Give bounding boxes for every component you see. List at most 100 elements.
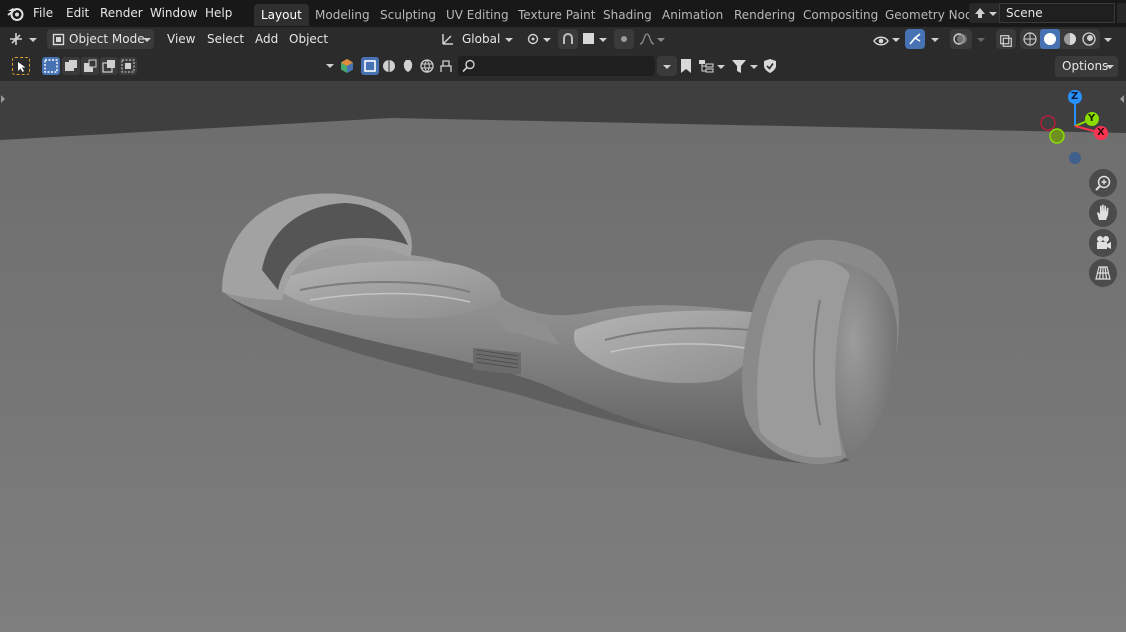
chevron-down-icon [717,65,725,69]
chevron-down-icon [599,38,607,42]
filter-world-icon[interactable] [419,58,435,77]
chevron-down-icon [1104,38,1112,42]
toolbar-expand-arrow[interactable] [1,95,5,103]
menu-select[interactable]: Select [207,32,244,46]
scene-icon [973,6,987,23]
falloff-curve-icon [639,32,655,52]
select-subtract-button[interactable] [81,57,99,75]
mode-label: Object Mode [69,32,145,46]
select-invert-button[interactable] [100,57,118,75]
gizmos-toggle[interactable] [905,29,925,49]
tab-texture-paint[interactable]: Texture Paint [511,4,602,26]
viewport-header: Object Mode View Select Add Object Globa… [0,27,1126,51]
chevron-down-icon [143,38,151,42]
chevron-down-icon [29,38,37,42]
pivot-point-dropdown[interactable] [522,29,554,49]
select-box-tool-icon[interactable] [12,57,30,75]
xray-toggle[interactable] [996,29,1016,49]
gizmo-z-label: Z [1071,91,1079,102]
chevron-down-icon [989,12,997,16]
rendered-shading-button[interactable] [1081,31,1097,47]
projection-toggle-button[interactable] [1089,259,1117,287]
menu-file[interactable]: File [33,6,53,20]
orientation-label: Global [462,32,501,46]
solid-shading-button[interactable] [1040,29,1060,49]
top-menu-bar: File Edit Render Window Help Layout Mode… [0,0,1126,27]
gizmo-icon [908,32,922,52]
filter-dropdown[interactable] [730,56,760,76]
grid-perspective-icon [1094,264,1112,285]
select-intersect-button[interactable] [119,57,137,75]
scene-browse-button[interactable] [969,3,999,23]
shading-dropdown[interactable] [1100,29,1116,49]
chevron-down-icon [750,65,758,69]
select-new-button[interactable] [42,57,60,75]
chevron-down-icon [663,65,671,69]
sort-dropdown[interactable] [697,56,727,76]
filter-exclude-toggle[interactable] [657,56,677,76]
filter-curve-icon[interactable] [381,58,397,77]
tab-compositing[interactable]: Compositing [796,4,885,26]
tab-rendering[interactable]: Rendering [727,4,802,26]
chevron-down-icon [892,38,900,42]
filter-other-icon[interactable] [438,58,454,77]
snap-toggle[interactable] [558,29,578,49]
chevron-down-icon[interactable] [326,64,334,68]
transform-orientation-dropdown[interactable]: Global [438,29,516,49]
menu-window[interactable]: Window [150,6,197,20]
camera-icon [1094,234,1112,255]
chevron-down-icon [931,38,939,42]
zoom-button[interactable] [1089,169,1117,197]
tab-uv-editing[interactable]: UV Editing [439,4,516,26]
hierarchy-icon [698,59,714,79]
sidebar-expand-arrow[interactable] [1120,95,1124,103]
select-extend-button[interactable] [62,57,80,75]
viewport-scene [0,81,1126,632]
gizmos-dropdown[interactable] [927,29,943,49]
3d-viewport[interactable]: Z Y X [0,81,1126,632]
overlays-dropdown[interactable] [973,29,989,49]
menu-view[interactable]: View [167,32,195,46]
pivot-icon [526,32,540,52]
tab-sculpting[interactable]: Sculpting [373,4,443,26]
gizmo-x-label: X [1097,127,1105,138]
shield-icon[interactable] [763,58,777,77]
visibility-dropdown[interactable] [871,29,901,49]
menu-object[interactable]: Object [289,32,328,46]
overlays-toggle[interactable] [950,29,972,49]
tab-layout[interactable]: Layout [254,4,309,26]
pan-button[interactable] [1089,199,1117,227]
tab-geometry-nodes[interactable]: Geometry Nod [878,4,980,26]
menu-render[interactable]: Render [100,6,143,20]
proportional-falloff-dropdown[interactable] [636,29,666,49]
scene-new-button[interactable] [1117,3,1126,23]
options-label: Options [1062,59,1109,73]
mode-dropdown[interactable]: Object Mode [47,29,154,49]
blender-logo-icon[interactable] [7,5,25,22]
menu-help[interactable]: Help [205,6,232,20]
tab-animation[interactable]: Animation [655,4,730,26]
chevron-down-icon [1106,65,1114,69]
options-dropdown[interactable]: Options [1055,56,1118,77]
eye-icon [873,33,889,53]
editor-type-button[interactable] [6,29,40,49]
scene-name-field[interactable]: Scene [999,3,1115,23]
magnet-icon [561,32,575,52]
filter-funnel-icon [731,59,747,80]
tab-shading[interactable]: Shading [596,4,659,26]
proportional-edit-toggle[interactable] [614,29,634,49]
xray-icon [1000,33,1012,53]
snap-target-dropdown[interactable] [580,29,610,49]
hand-icon [1094,203,1112,224]
menu-edit[interactable]: Edit [66,6,89,20]
menu-add[interactable]: Add [255,32,278,46]
filter-light-icon[interactable] [400,58,416,77]
tab-modeling[interactable]: Modeling [308,4,377,26]
bookmark-icon[interactable] [679,58,693,77]
object-data-icon[interactable] [339,58,355,77]
camera-view-button[interactable] [1089,229,1117,257]
wireframe-shading-button[interactable] [1022,31,1038,47]
material-preview-button[interactable] [1062,31,1078,47]
search-input[interactable] [458,56,655,76]
filter-mesh-button[interactable] [361,57,379,75]
